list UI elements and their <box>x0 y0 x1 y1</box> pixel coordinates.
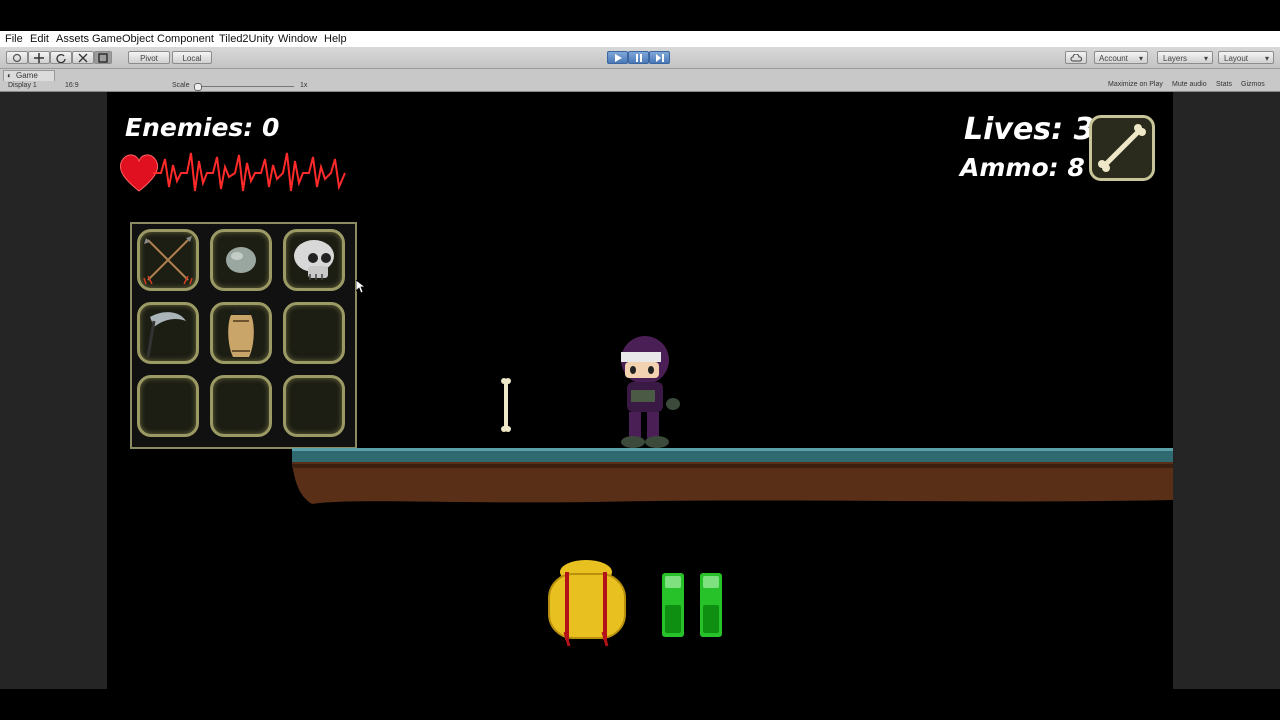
dropdown-arrow-icon: ▾ <box>1138 54 1143 63</box>
display-dropdown[interactable]: Display 1 <box>8 82 37 89</box>
step-icon <box>655 53 664 62</box>
lives-counter: Lives: 3 <box>964 112 1095 147</box>
scale-value: 1x <box>300 82 308 89</box>
scale-tool-button[interactable] <box>72 51 94 64</box>
inventory-slot-1[interactable] <box>137 229 199 291</box>
scale-label: Scale <box>172 82 190 89</box>
pause-button[interactable] <box>628 51 649 64</box>
menu-assets[interactable]: Assets <box>56 33 89 45</box>
layers-label: Layers <box>1163 54 1188 63</box>
equipped-weapon-slot[interactable] <box>1089 115 1155 181</box>
inventory-slot-6[interactable] <box>283 302 345 364</box>
rect-icon <box>98 52 108 63</box>
heartbeat-line <box>153 152 346 192</box>
stone-icon <box>226 247 256 273</box>
pivot-toggle[interactable]: Pivot <box>128 51 170 64</box>
urn-icon <box>228 309 254 357</box>
game-view-header: ◐ Game Display 1 16:9 Scale 1x Maximize … <box>0 69 1280 92</box>
menu-tiled2unity[interactable]: Tiled2Unity <box>219 33 274 45</box>
move-icon <box>34 52 44 63</box>
inventory-slot-9[interactable] <box>283 375 345 437</box>
backpack-icon <box>548 560 626 647</box>
scythe-icon <box>146 312 186 358</box>
scale-icon <box>78 53 88 62</box>
menu-gameobject[interactable]: GameObject <box>92 33 154 45</box>
inventory-slot-2[interactable] <box>210 229 272 291</box>
inventory-slot-5[interactable] <box>210 302 272 364</box>
layout-dropdown[interactable]: Layout ▾ <box>1218 51 1274 64</box>
game-viewport[interactable]: Enemies: 0 Lives: 3 Ammo: 8 <box>107 92 1173 689</box>
account-label: Account <box>1099 54 1128 63</box>
local-toggle[interactable]: Local <box>172 51 212 64</box>
pause-game-button[interactable] <box>660 571 726 639</box>
ground-platform <box>292 448 1173 504</box>
scale-slider-thumb[interactable] <box>194 83 202 91</box>
game-tab-title: Game <box>16 71 38 80</box>
heart-icon <box>119 154 159 192</box>
dropdown-arrow-icon: ▾ <box>1264 54 1269 63</box>
bone-pickup-icon[interactable] <box>499 376 513 436</box>
pivot-label: Pivot <box>140 54 158 63</box>
cloud-button[interactable] <box>1065 51 1087 64</box>
play-icon <box>614 53 622 62</box>
menu-help[interactable]: Help <box>324 33 347 45</box>
inventory-panel <box>130 222 357 449</box>
menu-edit[interactable]: Edit <box>30 33 49 45</box>
enemies-counter: Enemies: 0 <box>125 113 280 142</box>
letterbox-right <box>1173 92 1280 689</box>
hand-tool-button[interactable] <box>6 51 28 64</box>
inventory-slot-4[interactable] <box>137 302 199 364</box>
health-heartbeat <box>119 152 346 192</box>
pause-icon <box>662 573 722 637</box>
game-tab[interactable]: ◐ Game <box>3 70 55 81</box>
menu-file[interactable]: File <box>5 33 23 45</box>
rect-tool-button[interactable] <box>94 51 112 64</box>
inventory-slot-7[interactable] <box>137 375 199 437</box>
layers-dropdown[interactable]: Layers ▾ <box>1157 51 1213 64</box>
game-tab-icon: ◐ <box>7 71 12 80</box>
mouse-cursor-icon <box>356 280 366 294</box>
move-tool-button[interactable] <box>28 51 50 64</box>
toolbar: Pivot Local Account ▾ Layers ▾ Layout ▾ <box>0 47 1280 69</box>
ammo-counter: Ammo: 8 <box>960 153 1085 182</box>
menu-bar: File Edit Assets GameObject Component Ti… <box>0 31 1280 47</box>
aspect-dropdown[interactable]: 16:9 <box>65 82 79 89</box>
menu-component[interactable]: Component <box>157 33 214 45</box>
stats-toggle[interactable]: Stats <box>1216 81 1232 88</box>
inventory-slot-3[interactable] <box>283 229 345 291</box>
inventory-slot-8[interactable] <box>210 375 272 437</box>
crossed-arrows-icon <box>143 236 193 285</box>
dropdown-arrow-icon: ▾ <box>1203 54 1208 63</box>
rotate-tool-button[interactable] <box>50 51 72 64</box>
backpack-button[interactable] <box>543 556 629 648</box>
mute-audio-toggle[interactable]: Mute audio <box>1172 81 1207 88</box>
bone-icon <box>1098 124 1146 172</box>
letterbox-left <box>0 92 107 689</box>
play-button[interactable] <box>607 51 628 64</box>
skull-icon <box>294 240 334 280</box>
local-label: Local <box>182 54 202 63</box>
pause-icon <box>635 53 642 62</box>
ninja-player-character <box>621 336 680 448</box>
account-dropdown[interactable]: Account ▾ <box>1094 51 1148 64</box>
rotate-icon <box>56 53 66 63</box>
hand-icon <box>12 53 22 62</box>
maximize-on-play-toggle[interactable]: Maximize on Play <box>1108 81 1163 88</box>
layout-label: Layout <box>1224 54 1249 63</box>
scale-slider[interactable] <box>194 83 294 91</box>
step-button[interactable] <box>649 51 670 64</box>
cloud-icon <box>1070 53 1082 61</box>
menu-window[interactable]: Window <box>278 33 317 45</box>
gizmos-dropdown[interactable]: Gizmos <box>1241 81 1265 88</box>
